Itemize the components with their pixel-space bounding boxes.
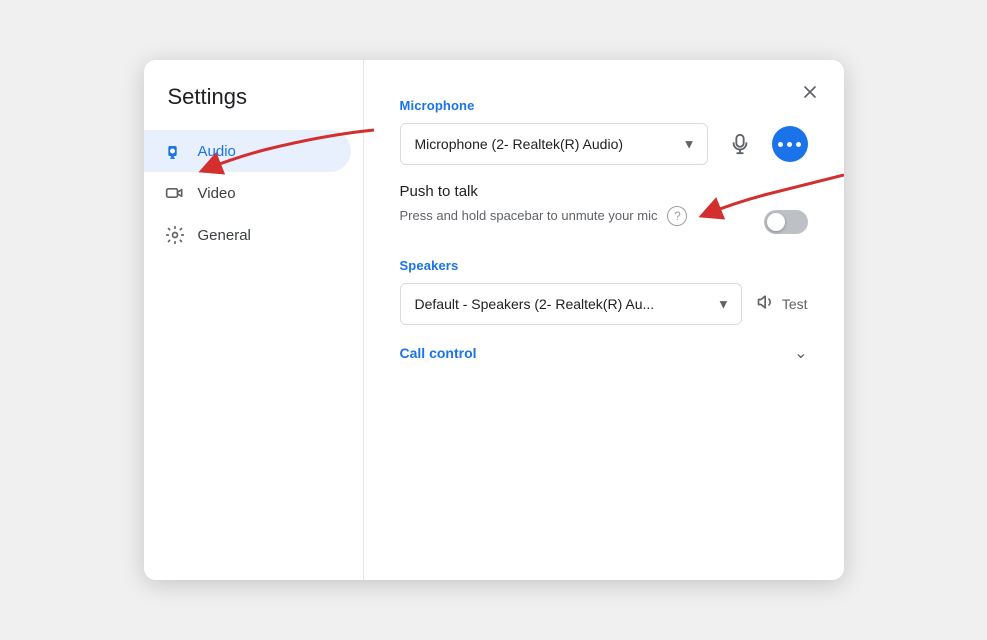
push-desc-row: Press and hold spacebar to unmute your m… xyxy=(400,206,688,226)
main-content: Microphone Microphone (2- Realtek(R) Aud… xyxy=(364,60,844,580)
call-control-label: Call control xyxy=(400,345,477,361)
push-to-talk-section: Push to talk Press and hold spacebar to … xyxy=(400,183,808,234)
speakers-select-wrapper: Default - Speakers (2- Realtek(R) Au... … xyxy=(400,283,742,325)
sidebar-item-general[interactable]: General xyxy=(144,214,351,256)
test-speakers-button[interactable]: Test xyxy=(756,292,808,317)
audio-icon xyxy=(164,140,186,162)
microphone-row: Microphone (2- Realtek(R) Audio) Default… xyxy=(400,123,808,165)
sidebar-item-audio[interactable]: Audio xyxy=(144,130,351,172)
dialog-title: Settings xyxy=(144,84,363,130)
dot2 xyxy=(787,142,792,147)
microphone-icon-button[interactable] xyxy=(722,126,758,162)
help-icon[interactable]: ? xyxy=(667,206,687,226)
microphone-section-label: Microphone xyxy=(400,98,808,113)
sidebar-item-video[interactable]: Video xyxy=(144,172,351,214)
chevron-down-icon: ⌄ xyxy=(794,343,807,363)
settings-dialog: Settings Audio Video xyxy=(144,60,844,580)
speakers-select[interactable]: Default - Speakers (2- Realtek(R) Au... … xyxy=(400,283,742,325)
speakers-row: Default - Speakers (2- Realtek(R) Au... … xyxy=(400,283,808,325)
speakers-section-label: Speakers xyxy=(400,258,808,273)
push-to-talk-title: Push to talk xyxy=(400,183,808,200)
sidebar-item-audio-label: Audio xyxy=(198,143,236,160)
speakers-section: Speakers Default - Speakers (2- Realtek(… xyxy=(400,258,808,325)
toggle-knob xyxy=(767,213,785,231)
volume-icon xyxy=(756,292,776,317)
dot3 xyxy=(796,142,801,147)
close-button[interactable] xyxy=(792,74,828,110)
sidebar-item-video-label: Video xyxy=(198,185,236,202)
microphone-select-wrapper: Microphone (2- Realtek(R) Audio) Default… xyxy=(400,123,708,165)
more-options-button[interactable] xyxy=(772,126,808,162)
test-label: Test xyxy=(782,296,808,312)
video-icon xyxy=(164,182,186,204)
microphone-select[interactable]: Microphone (2- Realtek(R) Audio) Default… xyxy=(400,123,708,165)
call-control-row[interactable]: Call control ⌄ xyxy=(400,343,808,363)
push-to-talk-description: Press and hold spacebar to unmute your m… xyxy=(400,206,658,226)
sidebar: Settings Audio Video xyxy=(144,60,364,580)
push-to-talk-toggle[interactable] xyxy=(764,210,808,234)
dot1 xyxy=(778,142,783,147)
gear-icon xyxy=(164,224,186,246)
sidebar-item-general-label: General xyxy=(198,227,251,244)
